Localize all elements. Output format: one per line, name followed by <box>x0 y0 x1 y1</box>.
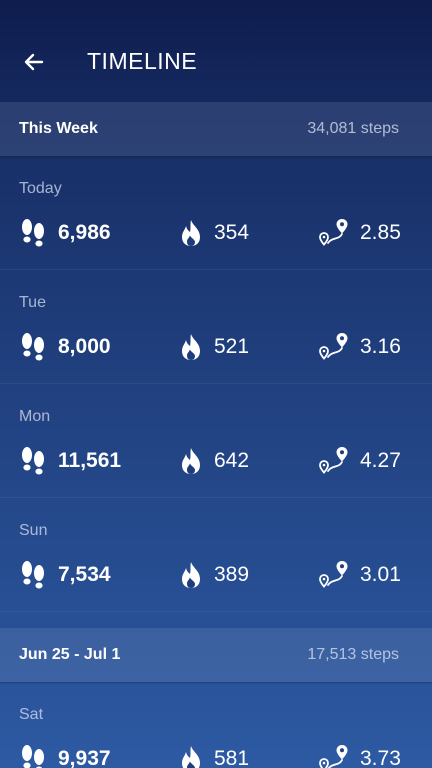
week-header[interactable]: This Week 34,081 steps <box>0 102 432 156</box>
calories-value: 521 <box>214 335 250 358</box>
calories-value: 642 <box>214 449 250 472</box>
week-header[interactable]: Jun 25 - Jul 1 17,513 steps <box>0 628 432 682</box>
steps-stat: 8,000 <box>20 330 111 364</box>
arrow-left-icon <box>24 53 44 71</box>
week-label: This Week <box>19 120 98 137</box>
route-pin-icon <box>318 331 350 363</box>
week-label: Jun 25 - Jul 1 <box>19 646 121 663</box>
flame-icon <box>178 561 204 589</box>
flame-icon <box>178 219 204 247</box>
calories-value: 354 <box>214 221 250 244</box>
route-pin-icon <box>318 445 350 477</box>
day-label: Tue <box>19 294 46 311</box>
footprints-icon <box>20 218 46 248</box>
week-total-steps: 17,513 steps <box>307 646 399 663</box>
route-pin-icon <box>318 217 350 249</box>
distance-stat: 3.73 <box>318 742 401 768</box>
flame-icon <box>178 333 204 361</box>
steps-stat: 6,986 <box>20 216 111 250</box>
day-row[interactable]: Tue 8,000 521 3.16 <box>0 270 432 384</box>
distance-value: 3.73 <box>360 747 401 768</box>
route-pin-icon <box>318 743 350 768</box>
steps-value: 8,000 <box>58 335 111 358</box>
timeline-list[interactable]: This Week 34,081 steps Today 6,986 354 2… <box>0 102 432 768</box>
distance-stat: 4.27 <box>318 444 401 478</box>
steps-value: 9,937 <box>58 747 111 768</box>
calories-value: 581 <box>214 747 250 768</box>
calories-value: 389 <box>214 563 250 586</box>
day-label: Sat <box>19 706 44 723</box>
steps-stat: 9,937 <box>20 742 111 768</box>
steps-stat: 7,534 <box>20 558 111 592</box>
day-row[interactable]: Mon 11,561 642 4.27 <box>0 384 432 498</box>
distance-value: 2.85 <box>360 221 401 244</box>
distance-stat: 2.85 <box>318 216 401 250</box>
week-total-steps: 34,081 steps <box>307 120 399 137</box>
day-row[interactable]: Sat 9,937 581 3.73 <box>0 682 432 768</box>
footprints-icon <box>20 744 46 768</box>
flame-icon <box>178 745 204 768</box>
calories-stat: 642 <box>178 444 249 478</box>
calories-stat: 581 <box>178 742 249 768</box>
flame-icon <box>178 447 204 475</box>
steps-value: 6,986 <box>58 221 111 244</box>
footprints-icon <box>20 446 46 476</box>
calories-stat: 389 <box>178 558 249 592</box>
day-label: Mon <box>19 408 51 425</box>
distance-stat: 3.01 <box>318 558 401 592</box>
footprints-icon <box>20 560 46 590</box>
distance-value: 3.01 <box>360 563 401 586</box>
page-title: TIMELINE <box>87 48 198 74</box>
app-bar: TIMELINE <box>0 0 432 102</box>
day-row[interactable]: Sun 7,534 389 3.01 <box>0 498 432 612</box>
calories-stat: 521 <box>178 330 249 364</box>
distance-value: 3.16 <box>360 335 401 358</box>
steps-stat: 11,561 <box>20 444 121 478</box>
steps-value: 11,561 <box>58 449 122 472</box>
route-pin-icon <box>318 559 350 591</box>
day-row[interactable]: Today 6,986 354 2.85 <box>0 156 432 270</box>
back-button[interactable] <box>14 44 54 80</box>
footprints-icon <box>20 332 46 362</box>
day-label: Today <box>19 180 62 197</box>
distance-value: 4.27 <box>360 449 401 472</box>
calories-stat: 354 <box>178 216 249 250</box>
steps-value: 7,534 <box>58 563 111 586</box>
distance-stat: 3.16 <box>318 330 401 364</box>
day-label: Sun <box>19 522 48 539</box>
